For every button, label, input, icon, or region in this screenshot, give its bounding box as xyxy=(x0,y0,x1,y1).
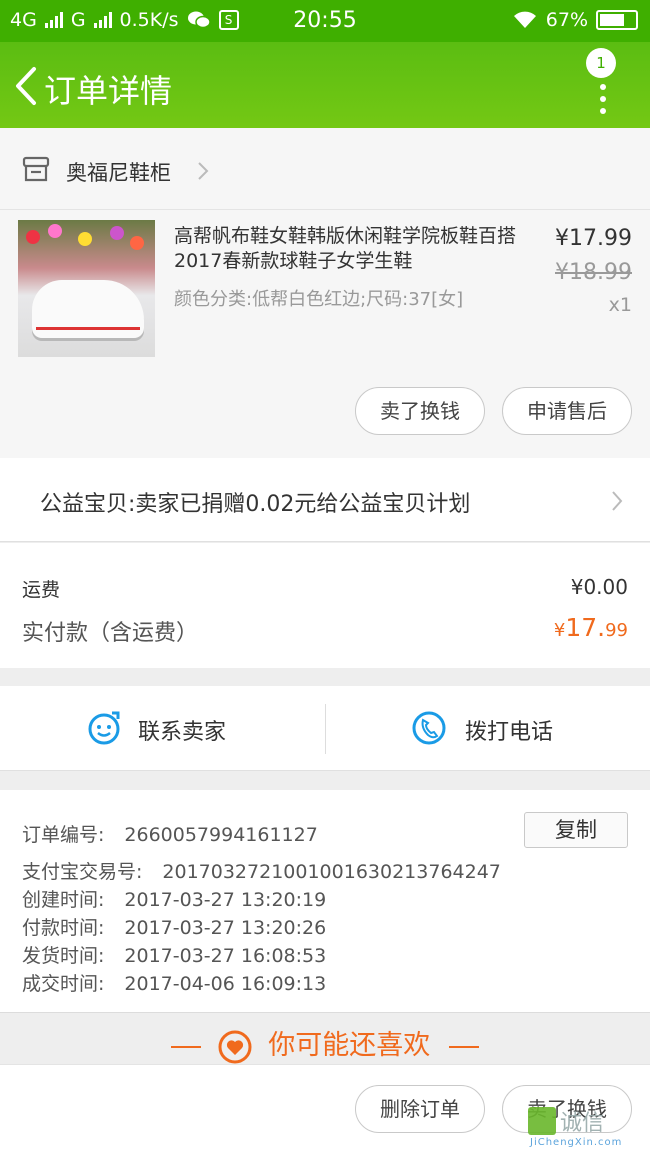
decor-line-right xyxy=(448,1045,479,1048)
order-number: 2660057994161127 xyxy=(124,824,318,846)
recommend-title: 你可能还喜欢 xyxy=(268,1030,431,1061)
contact-seller-button[interactable]: 联系卖家 xyxy=(0,686,325,771)
call-phone-button[interactable]: 拨打电话 xyxy=(325,686,650,771)
more-menu-button[interactable]: 1 xyxy=(584,48,624,124)
paid-time-row: 付款时间: 2017-03-27 13:20:26 xyxy=(22,913,326,940)
info-label: 成交时间: xyxy=(22,973,105,995)
chevron-right-icon xyxy=(612,491,623,511)
info-label: 支付宝交易号: xyxy=(22,861,143,883)
watermark-text: 诚信 xyxy=(560,1111,605,1136)
product-image[interactable] xyxy=(18,220,155,357)
notification-badge: 1 xyxy=(586,48,616,78)
paid-time: 2017-03-27 13:20:26 xyxy=(124,917,327,939)
paid-decimal: 99 xyxy=(605,620,628,641)
shipped-time-row: 发货时间: 2017-03-27 16:08:53 xyxy=(22,941,326,968)
recommend-title-wrap: 你可能还喜欢 xyxy=(0,1023,650,1064)
paid-integer: 17. xyxy=(565,613,606,642)
wifi-icon xyxy=(513,11,536,28)
shop-row[interactable]: 奥福尼鞋柜 xyxy=(0,128,650,210)
chevron-right-icon xyxy=(198,162,209,180)
info-label: 订单编号: xyxy=(22,824,105,846)
alipay-trade-row: 支付宝交易号: 2017032721001001630213764247 xyxy=(22,857,501,884)
shoe-graphic xyxy=(32,280,144,338)
deal-time-row: 成交时间: 2017-04-06 16:09:13 xyxy=(22,969,326,996)
info-label: 付款时间: xyxy=(22,917,105,939)
product-price: ¥17.99 xyxy=(555,226,632,251)
shipping-value: ¥0.00 xyxy=(570,575,628,599)
status-bar: 4G G 0.5K/s S 20:55 67% xyxy=(0,0,650,42)
title-bar: 订单详情 1 xyxy=(0,42,650,128)
paid-currency: ¥ xyxy=(553,620,566,641)
product-spec: 颜色分类:低帮白色红边;尺码:37[女] xyxy=(174,289,464,310)
more-dots-icon xyxy=(600,84,606,120)
original-price: ¥18.99 xyxy=(555,260,632,285)
status-right: 67% xyxy=(512,9,638,31)
deal-time: 2017-04-06 16:09:13 xyxy=(124,973,327,995)
shipping-label: 运费 xyxy=(22,579,61,601)
battery-percent: 67% xyxy=(545,9,588,31)
product-card: 高帮帆布鞋女鞋韩版休闲鞋学院板鞋百搭2017春新款球鞋子女学生鞋 颜色分类:低帮… xyxy=(0,210,650,458)
recommend-header: 你可能还喜欢 xyxy=(0,1012,650,1064)
page-title: 订单详情 xyxy=(44,72,173,110)
apply-aftersale-button[interactable]: 申请售后 xyxy=(502,387,632,435)
phone-icon xyxy=(412,711,446,745)
store-icon xyxy=(22,156,50,182)
order-number-row: 订单编号: 2660057994161127 xyxy=(22,820,318,847)
watermark-box-icon xyxy=(528,1107,556,1135)
watermark-logo: 诚信 JiChengXin.com xyxy=(528,1103,646,1151)
charity-text: 公益宝贝:卖家已捐赠0.02元给公益宝贝计划 xyxy=(40,492,471,517)
delete-order-button[interactable]: 删除订单 xyxy=(355,1085,485,1133)
copy-button[interactable]: 复制 xyxy=(524,812,628,848)
contact-bar: 联系卖家 拨打电话 xyxy=(0,686,650,771)
contact-seller-label: 联系卖家 xyxy=(138,720,227,745)
paid-amount: ¥17.99 xyxy=(554,613,628,642)
created-time: 2017-03-27 13:20:19 xyxy=(124,889,327,911)
chat-face-icon xyxy=(88,711,120,745)
charity-row[interactable]: 公益宝贝:卖家已捐赠0.02元给公益宝贝计划 xyxy=(0,458,650,542)
bottom-action-bar: 删除订单 卖了换钱 诚信 JiChengXin.com xyxy=(0,1064,650,1155)
created-time-row: 创建时间: 2017-03-27 13:20:19 xyxy=(22,885,326,912)
call-phone-label: 拨打电话 xyxy=(465,720,554,745)
shipped-time: 2017-03-27 16:08:53 xyxy=(124,945,327,967)
fee-summary: 运费 ¥0.00 实付款（含运费） ¥17.99 xyxy=(0,543,650,668)
sell-for-money-button[interactable]: 卖了换钱 xyxy=(355,387,485,435)
shop-name: 奥福尼鞋柜 xyxy=(66,161,171,185)
order-info: 订单编号: 2660057994161127 复制 支付宝交易号: 20170327… xyxy=(0,790,650,1012)
info-label: 创建时间: xyxy=(22,889,105,911)
product-title[interactable]: 高帮帆布鞋女鞋韩版休闲鞋学院板鞋百搭2017春新款球鞋子女学生鞋 xyxy=(174,224,526,274)
info-label: 发货时间: xyxy=(22,945,105,967)
watermark-subtext: JiChengXin.com xyxy=(530,1137,623,1148)
decor-line-left xyxy=(171,1045,202,1048)
paid-label: 实付款（含运费） xyxy=(22,621,199,646)
battery-icon xyxy=(596,10,638,30)
alipay-trade-number: 2017032721001001630213764247 xyxy=(162,861,501,883)
product-quantity: x1 xyxy=(608,294,632,316)
back-arrow-icon[interactable] xyxy=(12,66,42,106)
heart-icon xyxy=(218,1030,252,1063)
